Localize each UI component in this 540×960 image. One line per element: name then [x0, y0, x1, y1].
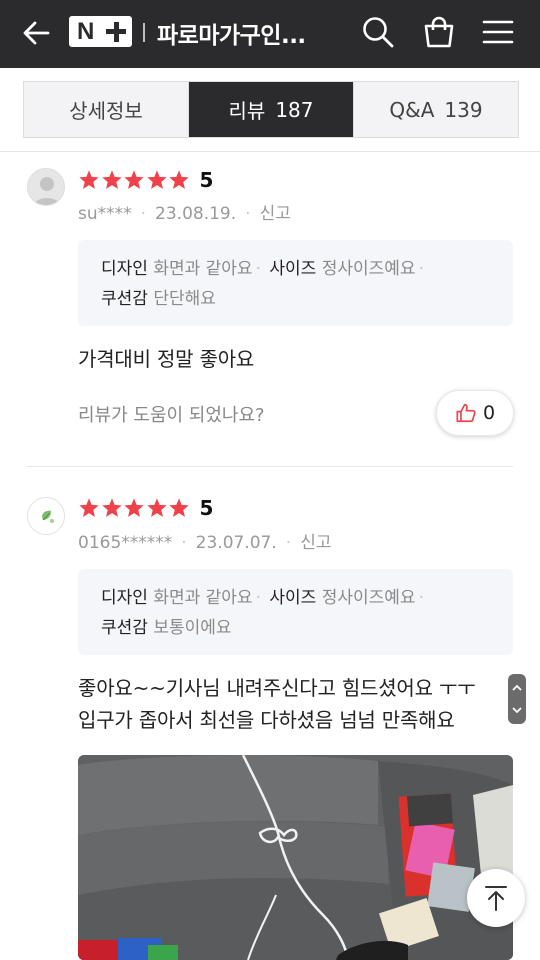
review-photo[interactable]: [78, 755, 513, 960]
search-icon: [363, 17, 394, 48]
attr-value: 정사이즈예요: [321, 588, 416, 608]
tab-review[interactable]: 리뷰 187: [188, 82, 353, 137]
star-icon: [101, 498, 122, 517]
attr-value: 정사이즈예요: [321, 259, 416, 279]
page-title: 파로마가구인...: [157, 23, 306, 49]
report-link[interactable]: 신고: [300, 533, 331, 553]
avatar: [27, 497, 65, 535]
leaf-logo-icon: [42, 510, 54, 523]
review-date: 23.08.19.: [155, 204, 237, 224]
attr-key: 사이즈: [269, 259, 317, 279]
review-attributes: 디자인 화면과 같아요 · 사이즈 정사이즈예요 · 쿠션감 단단해요: [78, 240, 513, 326]
review-meta: 0165****** · 23.07.07. · 신고: [78, 533, 332, 553]
star-icon: [101, 170, 122, 189]
attr-value: 보통이에요: [153, 618, 232, 638]
tab-count: 139: [444, 97, 483, 122]
hamburger-menu-icon: [482, 20, 514, 44]
naver-plus-logo[interactable]: N: [69, 16, 132, 47]
tab-label: Q&A: [389, 97, 435, 122]
star-icon: [146, 498, 167, 517]
rating-value: 5: [199, 168, 214, 192]
star-rating: 5: [78, 496, 213, 520]
review-meta: su**** · 23.08.19. · 신고: [78, 204, 291, 224]
review-attributes: 디자인 화면과 같아요 · 사이즈 정사이즈예요 · 쿠션감 보통이에요: [78, 569, 513, 655]
tab-qna[interactable]: Q&A 139: [353, 82, 518, 137]
review-line: 가격대비 정말 좋아요: [78, 347, 255, 371]
tab-label: 리뷰: [228, 99, 266, 123]
attr-value: 화면과 같아요: [153, 259, 253, 279]
header-divider: [143, 23, 145, 42]
attr-key: 쿠션감: [101, 289, 148, 309]
top-bar: N 파로마가구인...: [0, 0, 540, 68]
attr-key: 디자인: [101, 259, 148, 279]
tab-label: 상세정보: [69, 99, 143, 123]
star-icon: [169, 170, 189, 189]
reviewer-id: su****: [78, 204, 132, 224]
search-button[interactable]: [360, 14, 396, 50]
star-icon: [146, 170, 167, 189]
menu-button[interactable]: [480, 14, 516, 50]
reviewer-id: 0165******: [78, 533, 173, 553]
attr-key: 사이즈: [269, 588, 317, 608]
star-icon: [79, 498, 99, 517]
review-line: 입구가 좁아서 최선을 다하셨음 넘넘 만족해요: [78, 708, 455, 732]
star-icon: [124, 498, 144, 517]
tab-detail[interactable]: 상세정보: [24, 82, 188, 137]
like-count: 0: [482, 402, 496, 424]
attr-key: 디자인: [101, 588, 148, 608]
user-silhouette-icon: [33, 177, 61, 205]
cart-button[interactable]: [421, 14, 457, 50]
review-line: 좋아요~~기사님 내려주신다고 힘드셨어요 ㅜㅜ: [78, 676, 476, 700]
review-text: 가격대비 정말 좋아요: [78, 343, 254, 375]
helpful-question: 리뷰가 도움이 되었나요?: [78, 405, 265, 426]
back-button[interactable]: [18, 14, 56, 52]
review-divider: [27, 466, 513, 467]
review-date: 23.07.07.: [195, 533, 277, 553]
scroll-handle[interactable]: [508, 674, 526, 724]
attr-value: 단단해요: [153, 289, 216, 309]
scroll-to-top-button[interactable]: [467, 869, 525, 927]
rating-value: 5: [199, 496, 214, 520]
logo-letter: N: [77, 18, 95, 45]
tab-count: 187: [275, 97, 314, 122]
avatar: [27, 168, 65, 206]
arrow-left-icon: [23, 21, 50, 45]
star-rating: 5: [78, 168, 213, 192]
attr-value: 화면과 같아요: [153, 588, 253, 608]
thumbs-up-icon: [456, 403, 476, 423]
report-link[interactable]: 신고: [260, 204, 291, 224]
scroll-arrows-icon: [512, 684, 522, 714]
review-text: 좋아요~~기사님 내려주신다고 힘드셨어요 ㅜㅜ 입구가 좁아서 최선을 다하셨…: [78, 672, 476, 736]
star-icon: [169, 498, 189, 517]
star-icon: [79, 170, 99, 189]
tabs-divider: [0, 151, 540, 152]
product-tabs: 상세정보 리뷰 187 Q&A 139: [23, 81, 519, 138]
shopping-bag-icon: [424, 16, 454, 48]
like-button[interactable]: 0: [436, 390, 514, 436]
sofa-photo-image: [78, 755, 513, 960]
arrow-up-icon: [485, 886, 507, 911]
attr-key: 쿠션감: [101, 618, 148, 638]
star-icon: [124, 170, 144, 189]
